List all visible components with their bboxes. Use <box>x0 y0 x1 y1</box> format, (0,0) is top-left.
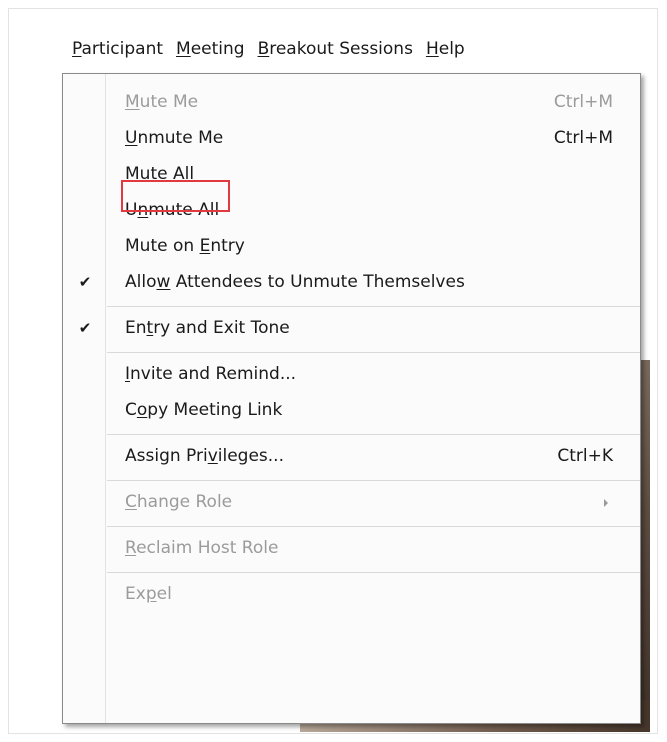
menu-item-label: Mute Me <box>125 92 199 112</box>
menu-item-label: Reclaim Host Role <box>125 538 279 558</box>
menu-item-label: Unmute Me <box>125 128 224 148</box>
menu-separator <box>107 306 640 307</box>
menu-item-expel: Expel <box>63 576 640 612</box>
menu-item-copy-meeting-link[interactable]: Copy Meeting Link <box>63 392 640 428</box>
shortcut-text: Ctrl+M <box>553 92 613 112</box>
shortcut-text: Ctrl+M <box>553 128 613 148</box>
menu-item-allow-unmute[interactable]: ✔ Allow Attendees to Unmute Themselves <box>63 264 640 300</box>
menu-item-label: Change Role <box>125 492 233 512</box>
menu-item-label: Copy Meeting Link <box>125 400 283 420</box>
menu-item-label: Invite and Remind... <box>125 364 297 384</box>
shortcut-text: Ctrl+K <box>557 446 613 466</box>
menu-item-mute-on-entry[interactable]: Mute on Entry <box>63 228 640 264</box>
menu-separator <box>107 526 640 527</box>
menu-item-label: Assign Privileges... <box>125 446 284 466</box>
menu-item-mute-me: Mute Me Ctrl+M <box>63 84 640 120</box>
menu-item-entry-exit-tone[interactable]: ✔ Entry and Exit Tone <box>63 310 640 346</box>
menu-item-change-role: Change Role <box>63 484 640 520</box>
menu-item-label: Mute on Entry <box>125 236 245 256</box>
menu-bar: Participant Meeting Breakout Sessions He… <box>72 36 465 62</box>
menu-item-reclaim-host-role: Reclaim Host Role <box>63 530 640 566</box>
checkmark-icon: ✔ <box>78 273 92 291</box>
menu-breakout-sessions[interactable]: Breakout Sessions <box>258 36 413 62</box>
menu-participant[interactable]: Participant <box>72 36 163 62</box>
menu-separator <box>107 572 640 573</box>
menu-separator <box>107 352 640 353</box>
menu-item-assign-privileges[interactable]: Assign Privileges... Ctrl+K <box>63 438 640 474</box>
checkmark-icon: ✔ <box>78 319 92 337</box>
menu-item-label: Entry and Exit Tone <box>125 318 290 338</box>
submenu-arrow-icon <box>604 499 608 507</box>
menu-separator <box>107 480 640 481</box>
menu-separator <box>107 434 640 435</box>
menu-item-label: Allow Attendees to Unmute Themselves <box>125 272 465 292</box>
participant-dropdown-menu: Mute Me Ctrl+M Unmute Me Ctrl+M Mute All… <box>62 73 641 724</box>
menu-item-invite-remind[interactable]: Invite and Remind... <box>63 356 640 392</box>
menu-meeting[interactable]: Meeting <box>176 36 245 62</box>
menu-help[interactable]: Help <box>426 36 465 62</box>
highlight-annotation-box <box>121 180 230 212</box>
menu-item-label: Expel <box>125 584 172 604</box>
menu-item-unmute-me[interactable]: Unmute Me Ctrl+M <box>63 120 640 156</box>
